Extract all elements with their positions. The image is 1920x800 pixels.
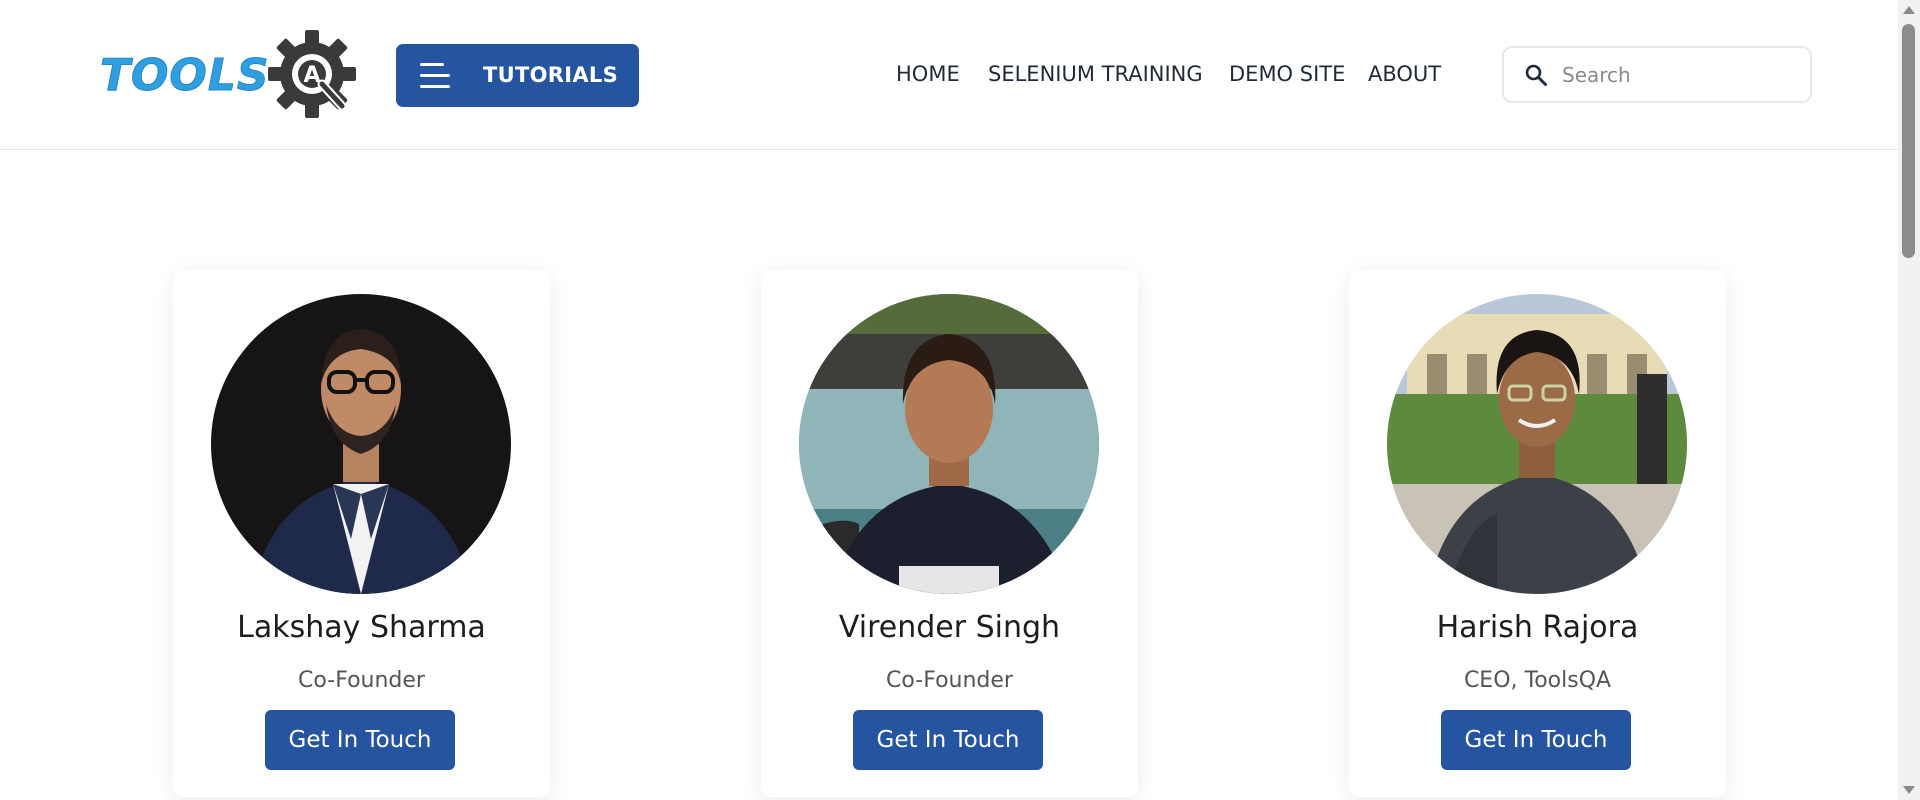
get-in-touch-button[interactable]: Get In Touch <box>1441 710 1631 770</box>
nav-home[interactable]: HOME <box>896 62 960 86</box>
avatar-harish-rajora <box>1387 294 1687 594</box>
get-in-touch-button[interactable]: Get In Touch <box>265 710 455 770</box>
search-box[interactable] <box>1502 46 1812 103</box>
tutorials-menu-button[interactable]: TUTORIALS <box>396 44 639 107</box>
nav-selenium-training[interactable]: SELENIUM TRAINING <box>988 62 1203 86</box>
hamburger-icon <box>420 63 450 89</box>
gear-icon: A <box>268 30 356 118</box>
site-header: TOOLS A TUTORIALS HOME SELENIUM TRAINING… <box>0 0 1898 150</box>
search-icon <box>1525 64 1547 86</box>
team-card-harish-rajora: Harish Rajora CEO, ToolsQA Get In Touch <box>1349 270 1726 797</box>
team-card-virender-singh: Virender Singh Co-Founder Get In Touch <box>761 270 1138 797</box>
get-in-touch-button[interactable]: Get In Touch <box>853 710 1043 770</box>
avatar-virender-singh <box>799 294 1099 594</box>
search-input[interactable] <box>1562 58 1797 92</box>
team-card-lakshay-sharma: Lakshay Sharma Co-Founder Get In Touch <box>173 270 550 797</box>
avatar-lakshay-sharma <box>211 294 511 594</box>
nav-about[interactable]: ABOUT <box>1368 62 1441 86</box>
member-role: Co-Founder <box>886 668 1013 693</box>
member-name: Virender Singh <box>838 610 1061 645</box>
member-name: Lakshay Sharma <box>237 610 486 645</box>
vertical-scrollbar[interactable] <box>1898 0 1920 800</box>
scroll-thumb[interactable] <box>1902 24 1915 258</box>
toolsqa-logo[interactable]: TOOLS A <box>100 28 362 124</box>
member-role: CEO, ToolsQA <box>1463 668 1612 693</box>
scroll-down-arrow-icon[interactable] <box>1903 786 1915 794</box>
tutorials-label: TUTORIALS <box>483 63 618 87</box>
logo-gear-letter: A <box>303 63 320 88</box>
scroll-up-arrow-icon[interactable] <box>1903 6 1915 14</box>
nav-demo-site[interactable]: DEMO SITE <box>1229 62 1345 86</box>
member-name: Harish Rajora <box>1436 610 1639 645</box>
member-role: Co-Founder <box>298 668 425 693</box>
logo-text: TOOLS <box>100 50 270 102</box>
